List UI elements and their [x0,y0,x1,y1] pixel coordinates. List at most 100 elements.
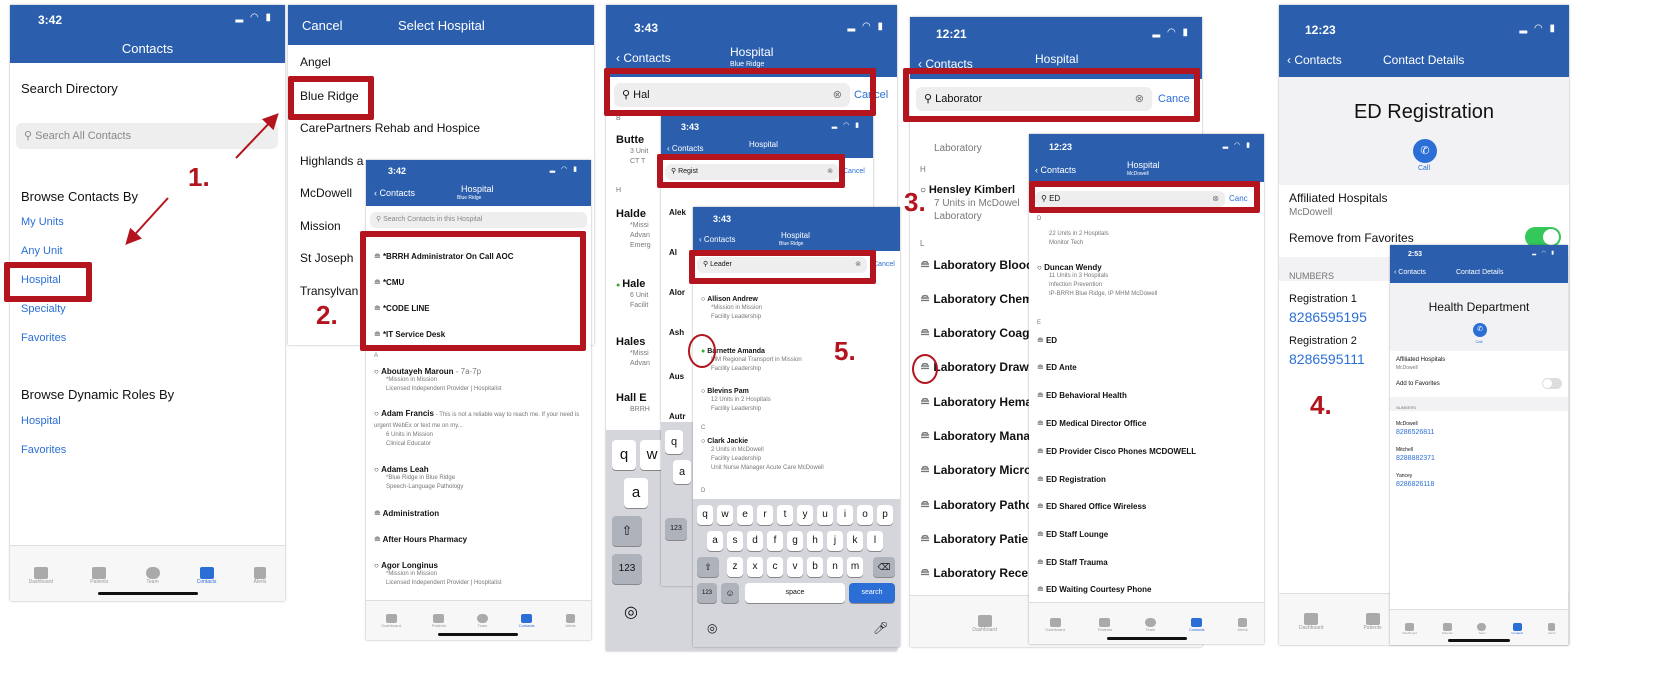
key-e[interactable]: e [737,505,753,525]
search-input[interactable]: ⚲ Search Contacts in this Hospital [370,212,587,228]
cancel-button[interactable]: Cancel [843,168,865,175]
key-a[interactable]: a [673,460,691,484]
group-row[interactable]: ≘ Laboratory Patho [920,498,1033,512]
key-x[interactable]: x [747,557,763,577]
phone-number[interactable]: 8286826118 [1396,481,1434,488]
group-row[interactable]: ≘ Laboratory Patie [920,532,1028,546]
key-123[interactable]: 123 [665,518,687,540]
group-row[interactable]: ≘ ED Behavioral Health [1037,391,1127,400]
group-row[interactable]: ≘ Laboratory Hema [920,395,1032,409]
browse-specialty[interactable]: Specialty [21,303,66,315]
tab-contacts[interactable]: Contacts [519,614,535,628]
cancel-button[interactable]: Cancel [873,261,895,268]
roles-favorites[interactable]: Favorites [21,444,66,456]
key-b[interactable]: b [807,557,823,577]
tab-contacts[interactable]: Contacts [1189,618,1205,632]
key-search[interactable]: search [849,583,895,603]
key-i[interactable]: i [837,505,853,525]
contact-row[interactable]: Hales *Missi Advan [616,337,650,369]
phone-number[interactable]: 8288882371 [1396,455,1435,462]
group-row[interactable]: ≘ ED Registration [1037,475,1106,484]
key-a[interactable]: a [707,531,723,551]
tab-alerts[interactable]: Alerts [1237,618,1248,632]
cancel-button[interactable]: Cancel [302,18,342,33]
mic-icon[interactable]: 🎤︎ [873,621,888,635]
contact-row[interactable]: Hall E BRRH [616,393,650,415]
hospital-carepartners[interactable]: CarePartners Rehab and Hospice [288,121,594,135]
tab-dashboard[interactable]: Dashboard [1402,623,1417,635]
tab-dashboard[interactable]: Dashboard [381,614,401,628]
group-row[interactable]: ≘ ED Staff Lounge [1037,530,1108,539]
tab-patients[interactable]: Patients [432,614,446,628]
browse-favorites[interactable]: Favorites [21,332,66,344]
key-123[interactable]: 123 [697,583,717,603]
group-row[interactable]: ≘ Administration [374,509,439,518]
back-button[interactable]: ‹ Contacts [667,144,703,153]
key-shift[interactable]: ⇧ [612,516,642,546]
key-n[interactable]: n [827,557,843,577]
key-h[interactable]: h [807,531,823,551]
group-row[interactable]: ≘ Laboratory Coag [920,326,1029,340]
group-row[interactable]: ≘ ED Ante [1037,363,1077,372]
contact-row[interactable]: ○ Agor Longinus *Mission in Mission Lice… [374,561,584,588]
key-l[interactable]: l [867,531,883,551]
back-button[interactable]: ‹ Contacts [1035,165,1076,175]
contact-row[interactable]: Butte 3 Unit CT T [616,135,648,167]
list-item[interactable]: Autr [669,412,685,421]
tab-patients[interactable]: Patients [1363,613,1382,631]
key-q[interactable]: q [697,505,713,525]
list-item[interactable]: Aus [669,372,684,381]
browse-my-units[interactable]: My Units [21,216,64,228]
tab-team[interactable]: Team [1477,623,1487,635]
contact-row[interactable]: ○ Aboutayeh Maroun - 7a-7p *Mission in M… [374,367,584,394]
tab-contacts[interactable]: Contacts [197,567,216,585]
key-w[interactable]: w [717,505,733,525]
tab-alerts[interactable]: Alerts [565,614,576,628]
key-v[interactable]: v [787,557,803,577]
favorites-toggle[interactable] [1525,227,1561,247]
key-q[interactable]: q [665,430,683,454]
list-item[interactable]: Al [669,248,677,257]
globe-icon[interactable]: ◎ [624,602,638,622]
phone-number[interactable]: 8286526811 [1396,429,1434,436]
phone-number[interactable]: 8286595195 [1289,309,1367,325]
key-m[interactable]: m [847,557,863,577]
favorites-toggle[interactable] [1542,378,1562,389]
back-button[interactable]: ‹ Contacts [374,188,415,198]
key-c[interactable]: c [767,557,783,577]
group-row[interactable]: ≘ Laboratory Blood [920,258,1033,272]
back-button[interactable]: ‹ Contacts [1287,53,1342,67]
group-row[interactable]: ≘ Laboratory Recep [920,566,1035,580]
globe-icon[interactable]: ◎ [707,621,717,635]
contact-row[interactable]: Halde *Missi Advan Emerg [616,209,651,251]
hospital-angel[interactable]: Angel [288,55,594,69]
group-row[interactable]: ≘ ED Shared Office Wireless [1037,502,1146,511]
group-row[interactable]: ≘ ED Provider Cisco Phones MCDOWELL [1037,447,1196,456]
key-j[interactable]: j [827,531,843,551]
group-row[interactable]: ≘ ED Medical Director Office [1037,419,1146,428]
key-d[interactable]: d [747,531,763,551]
group-row[interactable]: ≘ After Hours Pharmacy [374,535,467,544]
key-q[interactable]: q [612,440,636,470]
key-r[interactable]: r [757,505,773,525]
tab-team[interactable]: Team [1144,618,1156,632]
group-row[interactable]: ≘ ED Staff Trauma [1037,558,1108,567]
group-row[interactable]: ≘ Laboratory Micro [920,463,1031,477]
key-emoji[interactable]: ☺ [721,583,739,603]
contact-row[interactable]: ○ Hensley Kimberl 7 Units in McDowel Labor… [920,184,1020,223]
tab-dashboard[interactable]: Dashboard [29,567,53,585]
group-row[interactable]: ≘ Laboratory Mana [920,429,1030,443]
contact-row[interactable]: 22 Units in 2 Hospitals Monitor Tech [1049,230,1109,248]
key-o[interactable]: o [857,505,873,525]
contact-row[interactable]: ○ Duncan Wendy 11 Units in 3 Hospitals Inf… [1037,263,1157,299]
contact-row[interactable]: ○ Blevins Pam 12 Units in 2 Hospitals Faci… [701,387,771,414]
search-input[interactable]: ⚲ Search All Contacts [16,123,278,149]
key-t[interactable]: t [777,505,793,525]
key-s[interactable]: s [727,531,743,551]
key-shift[interactable]: ⇧ [697,557,719,577]
tab-dashboard[interactable]: Dashboard [1045,618,1065,632]
group-row[interactable]: ≘ Laboratory Chem [920,292,1033,306]
tab-patients[interactable]: Patients [90,567,108,585]
roles-hospital[interactable]: Hospital [21,415,61,427]
tab-dashboard[interactable]: Dashboard [1299,613,1323,631]
